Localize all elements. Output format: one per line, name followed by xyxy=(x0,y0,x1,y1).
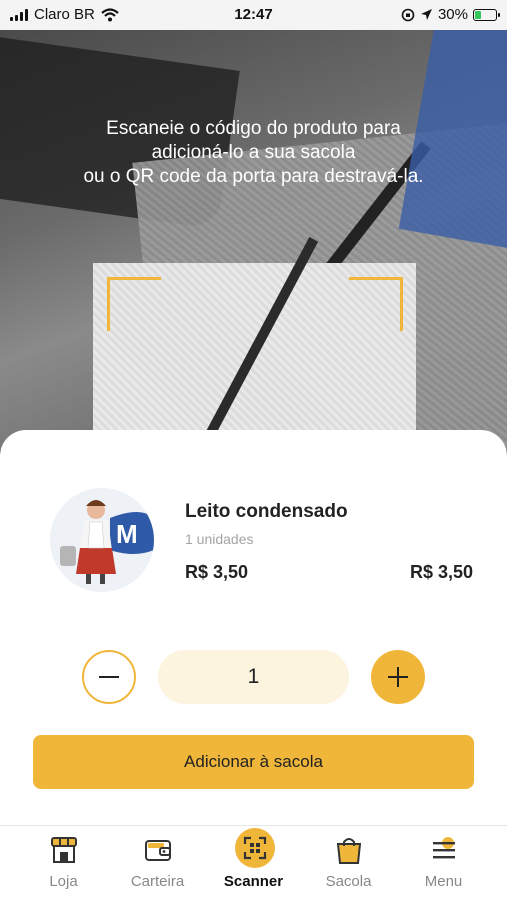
product-unit-price: R$ 3,50 xyxy=(185,562,249,582)
status-bar: Claro BR 12:47 30% xyxy=(0,0,507,30)
tab-label-menu: Menu xyxy=(424,873,463,890)
scan-frame-corner-top-left xyxy=(107,277,161,331)
scan-instructions: Escaneie o código do produto para adicio… xyxy=(83,118,424,187)
bag-icon xyxy=(336,838,362,864)
tab-bar: Loja Carteira Scanner Sacola Menu xyxy=(0,825,507,900)
increase-quantity-button[interactable] xyxy=(371,650,425,704)
location-arrow-icon xyxy=(420,9,432,20)
scanner-icon xyxy=(235,828,275,868)
product-image: M xyxy=(50,488,154,592)
tab-label-loja: Loja xyxy=(49,873,78,890)
tab-label-scanner: Scanner xyxy=(223,873,284,890)
battery-icon xyxy=(473,8,500,21)
scan-frame-corner-top-right xyxy=(349,277,403,331)
status-right: 30% xyxy=(401,6,500,23)
product-name: Leito condensado xyxy=(185,501,348,522)
tab-menu[interactable]: Menu xyxy=(393,826,494,900)
product-total-price: R$ 3,50 xyxy=(409,562,473,582)
wallet-icon xyxy=(145,840,171,861)
store-icon xyxy=(51,837,77,863)
tab-label-carteira: Carteira xyxy=(130,873,185,890)
product-illustration: M xyxy=(50,488,154,592)
menu-icon xyxy=(433,837,455,859)
tab-label-sacola: Sacola xyxy=(325,873,372,890)
quantity-value: 1 xyxy=(158,650,349,704)
orientation-lock-icon xyxy=(401,8,415,21)
camera-viewfinder[interactable]: Escaneie o código do produto para adicio… xyxy=(0,30,507,450)
add-to-bag-button[interactable]: Adicionar à sacola xyxy=(33,735,474,789)
tab-loja[interactable]: Loja xyxy=(13,826,114,900)
decrease-quantity-button[interactable] xyxy=(82,650,136,704)
battery-percent: 30% xyxy=(437,6,468,23)
tab-scanner[interactable]: Scanner xyxy=(203,826,304,900)
tab-sacola[interactable]: Sacola xyxy=(298,826,399,900)
tab-carteira[interactable]: Carteira xyxy=(107,826,208,900)
brand-logo-letter: M xyxy=(116,519,138,549)
product-sheet: M Leito condensado 1 unidades R$ 3,50 R$… xyxy=(0,430,507,825)
product-units: 1 unidades xyxy=(185,531,254,547)
